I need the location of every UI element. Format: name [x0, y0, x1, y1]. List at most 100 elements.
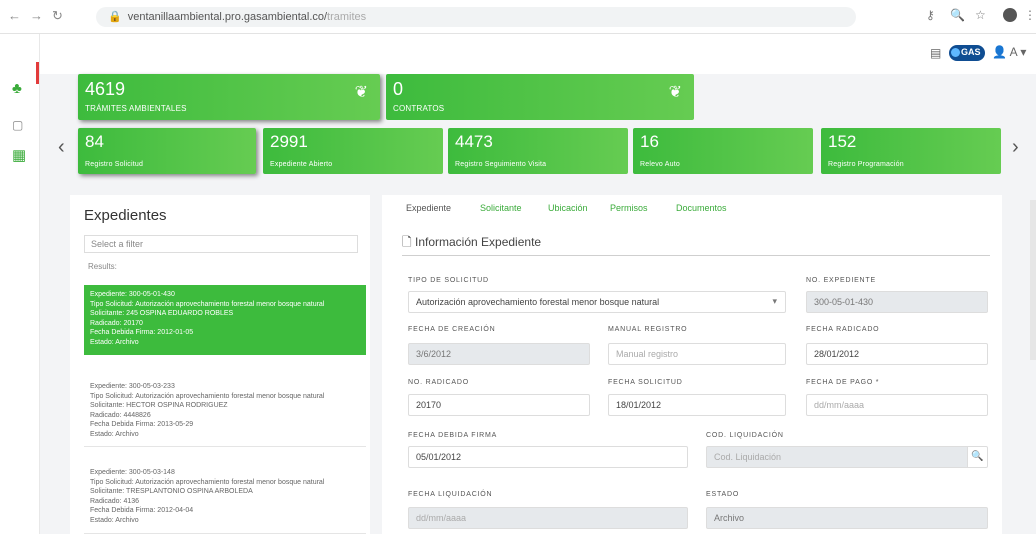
section-divider — [402, 255, 990, 256]
search-icon[interactable]: 🔍 — [950, 8, 965, 22]
card-value: 4473 — [455, 132, 493, 151]
tipo-solicitud-value: Autorización aprovechamiento forestal me… — [416, 297, 660, 307]
fecha-radicado-field[interactable]: 28/01/2012 — [806, 343, 988, 365]
chevron-right-icon[interactable]: › — [1012, 136, 1019, 159]
logo: GAS — [949, 45, 985, 61]
card-value: 16 — [640, 132, 659, 151]
item-radicado: Radicado: 20170 — [90, 319, 143, 327]
browser-toolbar: ← → ↻ 🔒 ventanillaambiental.pro.gasambien… — [0, 0, 1036, 34]
fecha-debida-firma-field[interactable]: 05/01/2012 — [408, 446, 688, 468]
search-icon[interactable]: 🔍 — [967, 447, 987, 467]
label-fecha-debida-firma: FECHA DEBIDA FIRMA — [408, 432, 498, 439]
item-radicado: Radicado: 4136 — [90, 497, 140, 505]
label-tipo-solicitud: TIPO DE SOLICITUD — [408, 277, 489, 284]
no-expediente-field[interactable]: 300-05-01-430 — [806, 291, 988, 313]
lock-icon: 🔒 — [108, 11, 122, 23]
manual-registro-field[interactable]: Manual registro — [608, 343, 786, 365]
label-fecha-creacion: FECHA DE CREACIÓN — [408, 326, 496, 333]
key-icon[interactable]: ⚷ — [926, 8, 935, 22]
reload-icon[interactable]: ↻ — [52, 8, 63, 24]
label-fecha-solicitud: FECHA SOLICITUD — [608, 379, 683, 386]
label-no-expediente: NO. EXPEDIENTE — [806, 277, 876, 284]
leaf-icon: ❦ — [354, 84, 368, 101]
no-radicado-field[interactable]: 20170 — [408, 394, 590, 416]
tab-permisos[interactable]: Permisos — [610, 203, 648, 213]
back-arrow-icon[interactable]: ← — [8, 8, 21, 23]
fecha-solicitud-field[interactable]: 18/01/2012 — [608, 394, 786, 416]
building-icon[interactable]: ▦ — [12, 146, 26, 164]
fecha-creacion-field[interactable]: 3/6/2012 — [408, 343, 590, 365]
card-value: 2991 — [270, 132, 308, 151]
chevron-down-icon: ▾ — [1020, 45, 1027, 59]
card-label: Registro Programación — [828, 161, 904, 168]
estado-field[interactable]: Archivo — [706, 507, 988, 529]
label-cod-liquidacion: COD. LIQUIDACIÓN — [706, 432, 784, 439]
status-card-expediente-abierto[interactable]: 2991 Expediente Abierto — [263, 128, 443, 174]
left-rail: ♣ ▢ ▦ — [0, 34, 40, 534]
item-estado: Estado: Archivo — [90, 338, 139, 346]
expediente-list-item[interactable]: Expediente: 300-05-03-148 Tipo Solicitud… — [84, 463, 366, 534]
environment-icon[interactable]: ♣ — [12, 80, 22, 97]
item-radicado: Radicado: 4448826 — [90, 411, 151, 419]
chevron-left-icon[interactable]: ‹ — [58, 136, 65, 159]
tab-documentos[interactable]: Documentos — [676, 203, 727, 213]
fecha-liquidacion-field[interactable]: dd/mm/aaaa — [408, 507, 688, 529]
document-icon[interactable]: ▢ — [12, 118, 23, 132]
url-path: tramites — [327, 11, 367, 23]
item-solicitante: Solicitante: TRESPLANTONIO OSPINA ARBOLE… — [90, 488, 253, 495]
cod-liquidacion-field[interactable]: Cod. Liquidación 🔍 — [706, 446, 988, 468]
label-manual-registro: MANUAL REGISTRO — [608, 326, 688, 333]
forward-arrow-icon[interactable]: → — [30, 8, 43, 23]
item-estado: Estado: Archivo — [90, 430, 139, 438]
label-fecha-liquidacion: FECHA LIQUIDACIÓN — [408, 491, 493, 498]
star-icon[interactable]: ☆ — [975, 8, 986, 22]
fecha-pago-field[interactable]: dd/mm/aaaa — [806, 394, 988, 416]
status-card-registro-programacion[interactable]: 152 Registro Programación — [821, 128, 1001, 174]
section-title: 🗋 Información Expediente — [402, 233, 541, 254]
user-menu-label: A — [1009, 45, 1017, 59]
tipo-solicitud-select[interactable]: Autorización aprovechamiento forestal me… — [408, 291, 786, 313]
card-value: 0 — [393, 79, 404, 99]
status-card-relevo-auto[interactable]: 16 Relevo Auto — [633, 128, 813, 174]
tab-expediente[interactable]: Expediente — [406, 203, 451, 213]
item-expediente: Expediente: 300-05-03-233 — [90, 383, 175, 390]
status-card-registro-solicitud[interactable]: 84 Registro Solicitud — [78, 128, 256, 174]
summary-card-tramites[interactable]: 4619 TRÁMITES AMBIENTALES ❦ — [78, 74, 380, 120]
expediente-list-item[interactable]: Expediente: 300-05-03-233 Tipo Solicitud… — [84, 377, 366, 447]
card-label: Registro Seguimiento Visita — [455, 161, 547, 168]
item-tipo: Tipo Solicitud: Autorización aprovechami… — [90, 392, 325, 400]
card-label: Relevo Auto — [640, 161, 680, 168]
page-scrollbar[interactable] — [1030, 200, 1036, 360]
status-card-seguimiento-visita[interactable]: 4473 Registro Seguimiento Visita — [448, 128, 628, 174]
section-title-text: Información Expediente — [415, 235, 542, 249]
item-tipo: Tipo Solicitud: Autorización aprovechami… — [90, 478, 325, 486]
item-fecha-firma: Fecha Debida Firma: 2012-01-05 — [90, 329, 194, 336]
document-icon: 🗋 — [402, 235, 412, 249]
summary-card-contratos[interactable]: 0 CONTRATOS ❦ — [386, 74, 694, 120]
card-label: Registro Solicitud — [85, 161, 144, 168]
card-value: 84 — [85, 132, 104, 151]
url-domain: ventanillaambiental.pro.gasambiental.co/ — [127, 11, 328, 23]
expediente-detail-panel: Expediente Solicitante Ubicación Permiso… — [382, 195, 1002, 534]
item-solicitante: Solicitante: HECTOR OSPINA RODRIGUEZ — [90, 402, 228, 409]
item-solicitante: Solicitante: 245 OSPINA EDUARDO ROBLES — [90, 310, 234, 317]
item-fecha-firma: Fecha Debida Firma: 2013-05-29 — [90, 421, 194, 428]
document-list-icon[interactable]: ▤ — [930, 46, 941, 60]
browser-menu-icon[interactable]: ⋮ — [1024, 8, 1036, 22]
item-expediente: Expediente: 300-05-01-430 — [90, 291, 175, 298]
chevron-down-icon: ▾ — [772, 296, 777, 306]
tab-ubicacion[interactable]: Ubicación — [548, 203, 588, 213]
filter-input[interactable]: Select a filter — [84, 235, 358, 253]
tab-solicitante[interactable]: Solicitante — [480, 203, 522, 213]
results-label: Results: — [88, 262, 117, 271]
label-fecha-radicado: FECHA RADICADO — [806, 326, 880, 333]
address-bar[interactable]: 🔒 ventanillaambiental.pro.gasambiental.co… — [96, 7, 856, 27]
card-label: Expediente Abierto — [270, 161, 333, 168]
browser-profile-avatar[interactable] — [1003, 8, 1017, 22]
card-label: CONTRATOS — [393, 104, 445, 113]
item-fecha-firma: Fecha Debida Firma: 2012-04-04 — [90, 507, 194, 514]
expediente-list-item[interactable]: Expediente: 300-05-01-430 Tipo Solicitud… — [84, 285, 366, 355]
expedientes-panel: Expedientes Select a filter Results: Exp… — [70, 195, 370, 534]
app-header: ▤ GAS 👤 A ▾ — [40, 34, 1036, 74]
user-menu[interactable]: 👤 A ▾ — [992, 45, 1026, 59]
